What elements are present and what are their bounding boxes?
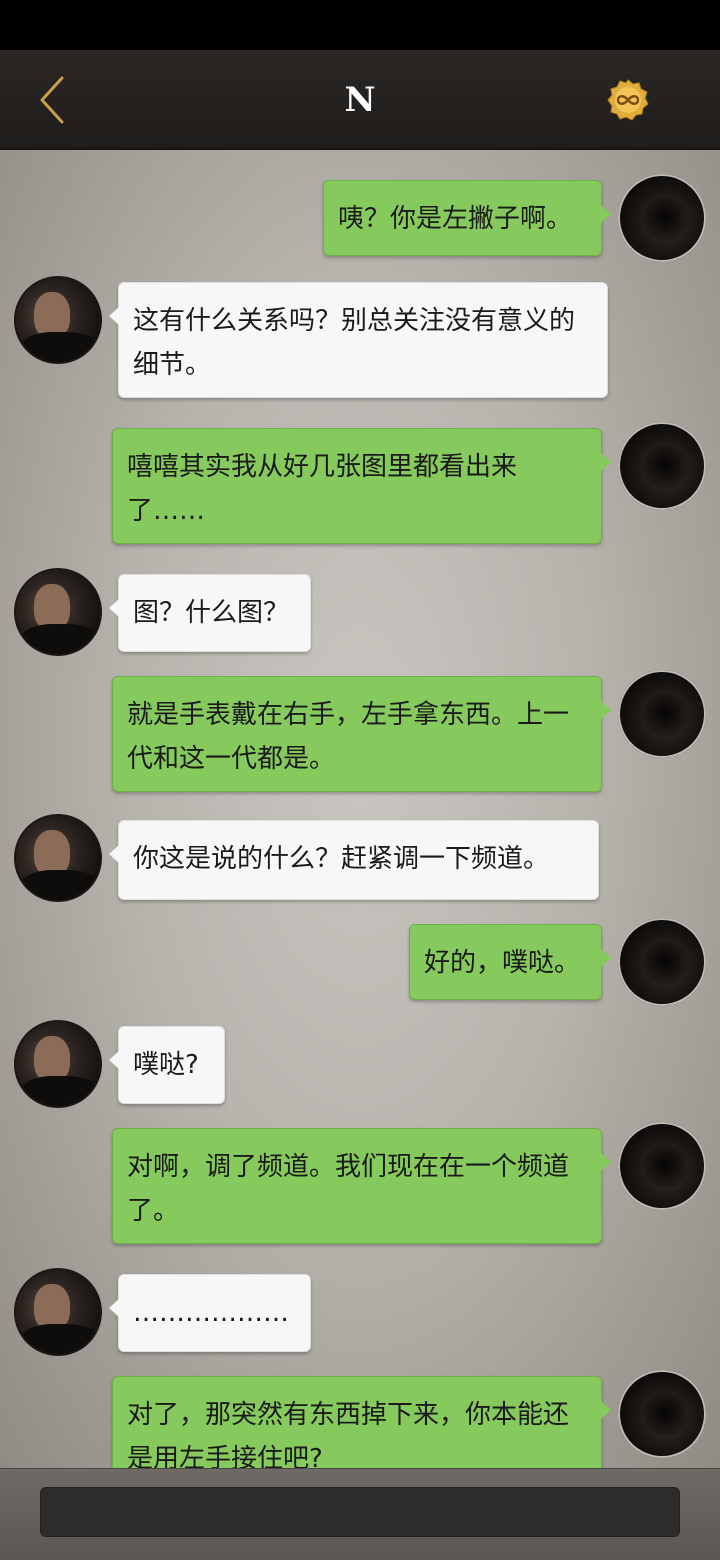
back-button[interactable] <box>30 70 80 130</box>
message-bubble-other[interactable]: 图？什么图？ <box>109 574 311 652</box>
my-avatar[interactable] <box>618 918 706 1006</box>
message-bubble-me[interactable]: 嘻嘻其实我从好几张图里都看出来了…… <box>112 428 611 544</box>
contact-avatar[interactable] <box>14 1020 102 1108</box>
contact-avatar[interactable] <box>14 1268 102 1356</box>
infinity-badge-button[interactable] <box>606 78 650 122</box>
infinity-badge-icon <box>607 79 649 121</box>
message-text: 这有什么关系吗？别总关注没有意义的细节。 <box>133 306 576 380</box>
message-bubble-other[interactable]: ……………… <box>109 1274 311 1352</box>
message-bubble-other[interactable]: 噗哒? <box>109 1026 225 1104</box>
my-avatar[interactable] <box>618 670 706 758</box>
contact-avatar[interactable] <box>14 568 102 656</box>
message-text: 就是手表戴在右手，左手拿东西。上一代和这一代都是。 <box>127 700 570 774</box>
input-bar <box>0 1468 720 1560</box>
contact-avatar[interactable] <box>14 814 102 902</box>
my-avatar[interactable] <box>618 1370 706 1458</box>
message-text: 对了，那突然有东西掉下来，你本能还是用左手接住吧? <box>127 1400 570 1468</box>
contact-avatar[interactable] <box>14 276 102 364</box>
top-bar: N <box>0 50 720 150</box>
my-avatar[interactable] <box>618 1122 706 1210</box>
message-bubble-me[interactable]: 咦？你是左撇子啊。 <box>323 180 611 256</box>
message-text: 好的，噗哒。 <box>424 948 581 978</box>
my-avatar[interactable] <box>618 422 706 510</box>
chat-area[interactable]: 咦？你是左撇子啊。 这有什么关系吗？别总关注没有意义的细节。 嘻嘻其实我从好几张… <box>0 150 720 1468</box>
status-bar <box>0 0 720 50</box>
message-bubble-other[interactable]: 这有什么关系吗？别总关注没有意义的细节。 <box>109 282 608 398</box>
message-bubble-me[interactable]: 好的，噗哒。 <box>409 924 611 1000</box>
message-bubble-me[interactable]: 就是手表戴在右手，左手拿东西。上一代和这一代都是。 <box>112 676 611 792</box>
message-bubble-me[interactable]: 对了，那突然有东西掉下来，你本能还是用左手接住吧? <box>112 1376 611 1468</box>
message-bubble-me[interactable]: 对啊，调了频道。我们现在在一个频道了。 <box>112 1128 611 1244</box>
message-text: 咦？你是左撇子啊。 <box>338 204 573 234</box>
message-text: 你这是说的什么？赶紧调一下频道。 <box>133 844 550 874</box>
message-text: 嘻嘻其实我从好几张图里都看出来了…… <box>127 452 518 526</box>
message-input[interactable] <box>40 1487 680 1537</box>
chevron-left-icon <box>40 76 64 124</box>
message-text: 对啊，调了频道。我们现在在一个频道了。 <box>127 1152 570 1226</box>
message-bubble-other[interactable]: 你这是说的什么？赶紧调一下频道。 <box>109 820 599 900</box>
message-text: 噗哒? <box>133 1050 199 1080</box>
page-title: N <box>344 80 376 120</box>
message-text: ……………… <box>133 1298 289 1328</box>
message-text: 图？什么图？ <box>133 598 290 628</box>
my-avatar[interactable] <box>618 174 706 262</box>
